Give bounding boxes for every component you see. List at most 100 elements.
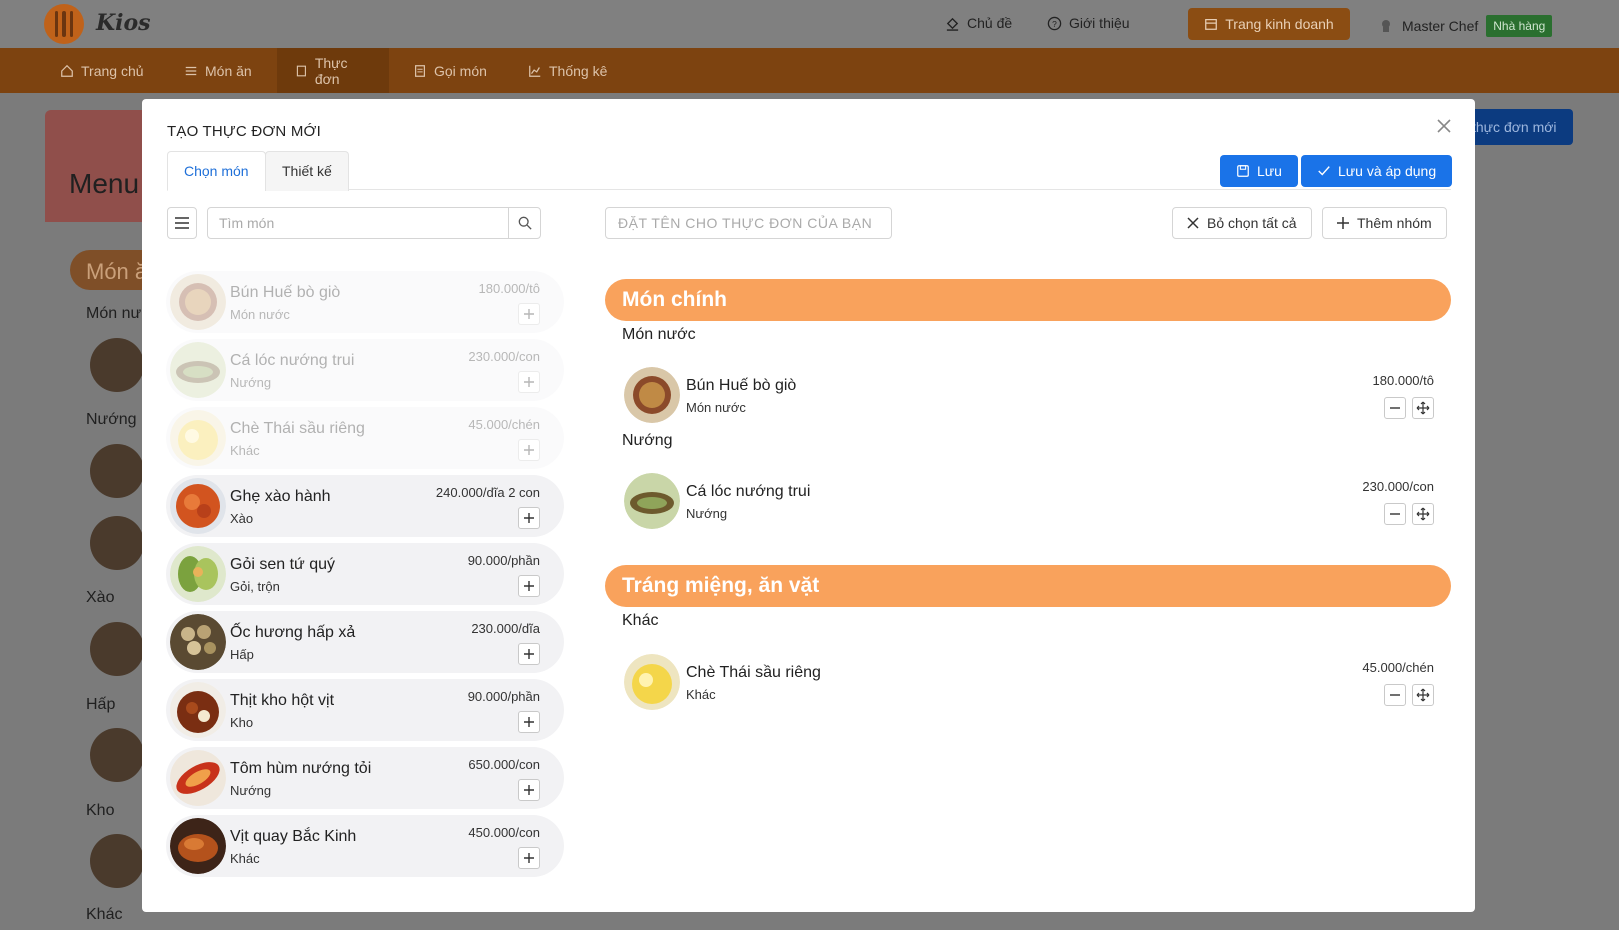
background-group-label: Xào <box>86 589 115 606</box>
dish-price: 180.000/tô <box>1372 373 1434 388</box>
dish-category: Gỏi, trộn <box>230 579 280 594</box>
dish-item[interactable]: Gỏi sen tứ quý Gỏi, trộn 90.000/phần <box>166 543 564 605</box>
dish-name: Cá lóc nướng trui <box>230 352 355 369</box>
tab-design[interactable]: Thiết kế <box>265 151 349 191</box>
dish-search-input[interactable] <box>208 208 508 238</box>
remove-dish-button[interactable] <box>1384 684 1406 706</box>
chef-hat-icon <box>1382 20 1390 32</box>
menu-section-header[interactable]: Tráng miệng, ăn vặt <box>605 565 1451 607</box>
drag-handle[interactable] <box>1412 397 1434 419</box>
nav-item-stats[interactable]: Thống kê <box>510 48 625 93</box>
dish-item[interactable]: Vịt quay Bắc Kinh Khác 450.000/con <box>166 815 564 877</box>
about-link[interactable]: ? Giới thiệu <box>1047 15 1130 31</box>
theme-link[interactable]: Chủ đề <box>945 15 1012 31</box>
dish-category: Nướng <box>686 506 728 521</box>
dish-item[interactable]: Tôm hùm nướng tỏi Nướng 650.000/con <box>166 747 564 809</box>
dish-photo <box>170 410 226 466</box>
business-page-button[interactable]: Trang kinh doanh <box>1188 8 1350 40</box>
drag-handle[interactable] <box>1412 503 1434 525</box>
menu-group-title: Nướng <box>622 432 673 449</box>
dish-price: 230.000/con <box>468 349 540 364</box>
add-dish-button[interactable] <box>518 643 540 665</box>
drag-handle[interactable] <box>1412 684 1434 706</box>
add-dish-button[interactable] <box>518 303 540 325</box>
plus-icon <box>524 309 534 319</box>
dish-name: Bún Huế bò giò <box>230 284 341 301</box>
tab-choose-dishes[interactable]: Chọn món <box>167 151 266 191</box>
dish-price: 90.000/phần <box>467 689 540 704</box>
background-group-label: Hấp <box>86 696 116 713</box>
dish-category: Xào <box>230 511 254 526</box>
menu-name-input[interactable] <box>606 208 891 238</box>
nav-label: Thực đơn <box>314 54 348 87</box>
plus-icon <box>524 377 534 387</box>
nav-label: Trang chủ <box>81 62 144 79</box>
save-button[interactable]: Lưu <box>1220 155 1298 187</box>
check-icon <box>1318 166 1330 176</box>
dish-name: Ghẹ xào hành <box>230 488 331 505</box>
save-and-apply-button[interactable]: Lưu và áp dụng <box>1301 155 1453 187</box>
dish-name: Ốc hương hấp xả <box>230 624 356 641</box>
nav-item-menu[interactable]: Thực đơn <box>277 48 389 93</box>
dish-photo <box>170 750 226 806</box>
paint-bucket-icon <box>946 17 959 31</box>
user-menu[interactable]: Master Chef Nhà hàng <box>1378 15 1553 37</box>
minus-icon <box>1390 513 1400 515</box>
dish-item[interactable]: Chè Thái sầu riêng Khác 45.000/chén <box>166 407 564 469</box>
list-icon <box>185 66 197 75</box>
nav-item-home[interactable]: Trang chủ <box>42 48 162 93</box>
create-menu-modal: TẠO THỰC ĐƠN MỚI Chọn món Thiết kế Lưu L… <box>142 99 1475 912</box>
search-button[interactable] <box>508 208 540 238</box>
nav-item-orders[interactable]: Gọi món <box>395 48 505 93</box>
close-icon <box>1437 119 1451 133</box>
background-dish-thumb <box>90 728 144 782</box>
background-group-label: Kho <box>86 802 115 819</box>
search-icon <box>518 216 532 230</box>
nav-item-dishes[interactable]: Món ăn <box>166 48 270 93</box>
plus-icon <box>1337 217 1349 229</box>
remove-dish-button[interactable] <box>1384 397 1406 419</box>
dish-name: Bún Huế bò giò <box>686 377 797 394</box>
filter-menu-button[interactable] <box>167 207 197 239</box>
selected-dish: Chè Thái sầu riêng Khác 45.000/chén <box>624 654 1434 714</box>
add-dish-button[interactable] <box>518 847 540 869</box>
dish-item[interactable]: Thịt kho hột vịt Kho 90.000/phần <box>166 679 564 741</box>
add-dish-button[interactable] <box>518 439 540 461</box>
add-dish-button[interactable] <box>518 507 540 529</box>
add-group-button[interactable]: Thêm nhóm <box>1322 207 1447 239</box>
dish-name: Gỏi sen tứ quý <box>230 556 335 573</box>
dish-photo <box>170 682 226 738</box>
receipt-icon <box>415 64 425 77</box>
dish-item[interactable]: Ốc hương hấp xả Hấp 230.000/dĩa <box>166 611 564 673</box>
dish-item[interactable]: Ghẹ xào hành Xào 240.000/dĩa 2 con <box>166 475 564 537</box>
business-label: Trang kinh doanh <box>1225 16 1334 32</box>
add-dish-button[interactable] <box>518 779 540 801</box>
nav-label: Gọi món <box>434 62 487 79</box>
save-apply-label: Lưu và áp dụng <box>1338 163 1437 179</box>
kios-logo[interactable] <box>44 4 84 44</box>
menu-section-header[interactable]: Món chính <box>605 279 1451 321</box>
dish-price: 180.000/tô <box>478 281 540 296</box>
add-dish-button[interactable] <box>518 711 540 733</box>
hamburger-icon <box>175 217 189 229</box>
dish-item[interactable]: Bún Huế bò giò Món nước 180.000/tô <box>166 271 564 333</box>
background-menu-title: Menu <box>69 168 140 199</box>
deselect-all-button[interactable]: Bỏ chọn tất cả <box>1172 207 1312 239</box>
dish-item[interactable]: Cá lóc nướng trui Nướng 230.000/con <box>166 339 564 401</box>
home-icon <box>61 64 73 77</box>
dish-category: Khác <box>230 443 260 458</box>
add-dish-button[interactable] <box>518 575 540 597</box>
remove-dish-button[interactable] <box>1384 503 1406 525</box>
add-dish-button[interactable] <box>518 371 540 393</box>
dish-category: Khác <box>230 851 260 866</box>
nav-label: Thống kê <box>549 62 608 79</box>
close-button[interactable] <box>1433 115 1455 137</box>
background-dish-thumb <box>90 622 144 676</box>
dish-price: 240.000/dĩa 2 con <box>435 485 540 500</box>
plus-icon <box>524 853 534 863</box>
floppy-disk-icon <box>1237 165 1249 177</box>
move-icon <box>1416 688 1430 702</box>
dish-price: 230.000/dĩa <box>471 621 540 636</box>
modal-title: TẠO THỰC ĐƠN MỚI <box>167 123 321 140</box>
dish-photo <box>170 818 226 874</box>
